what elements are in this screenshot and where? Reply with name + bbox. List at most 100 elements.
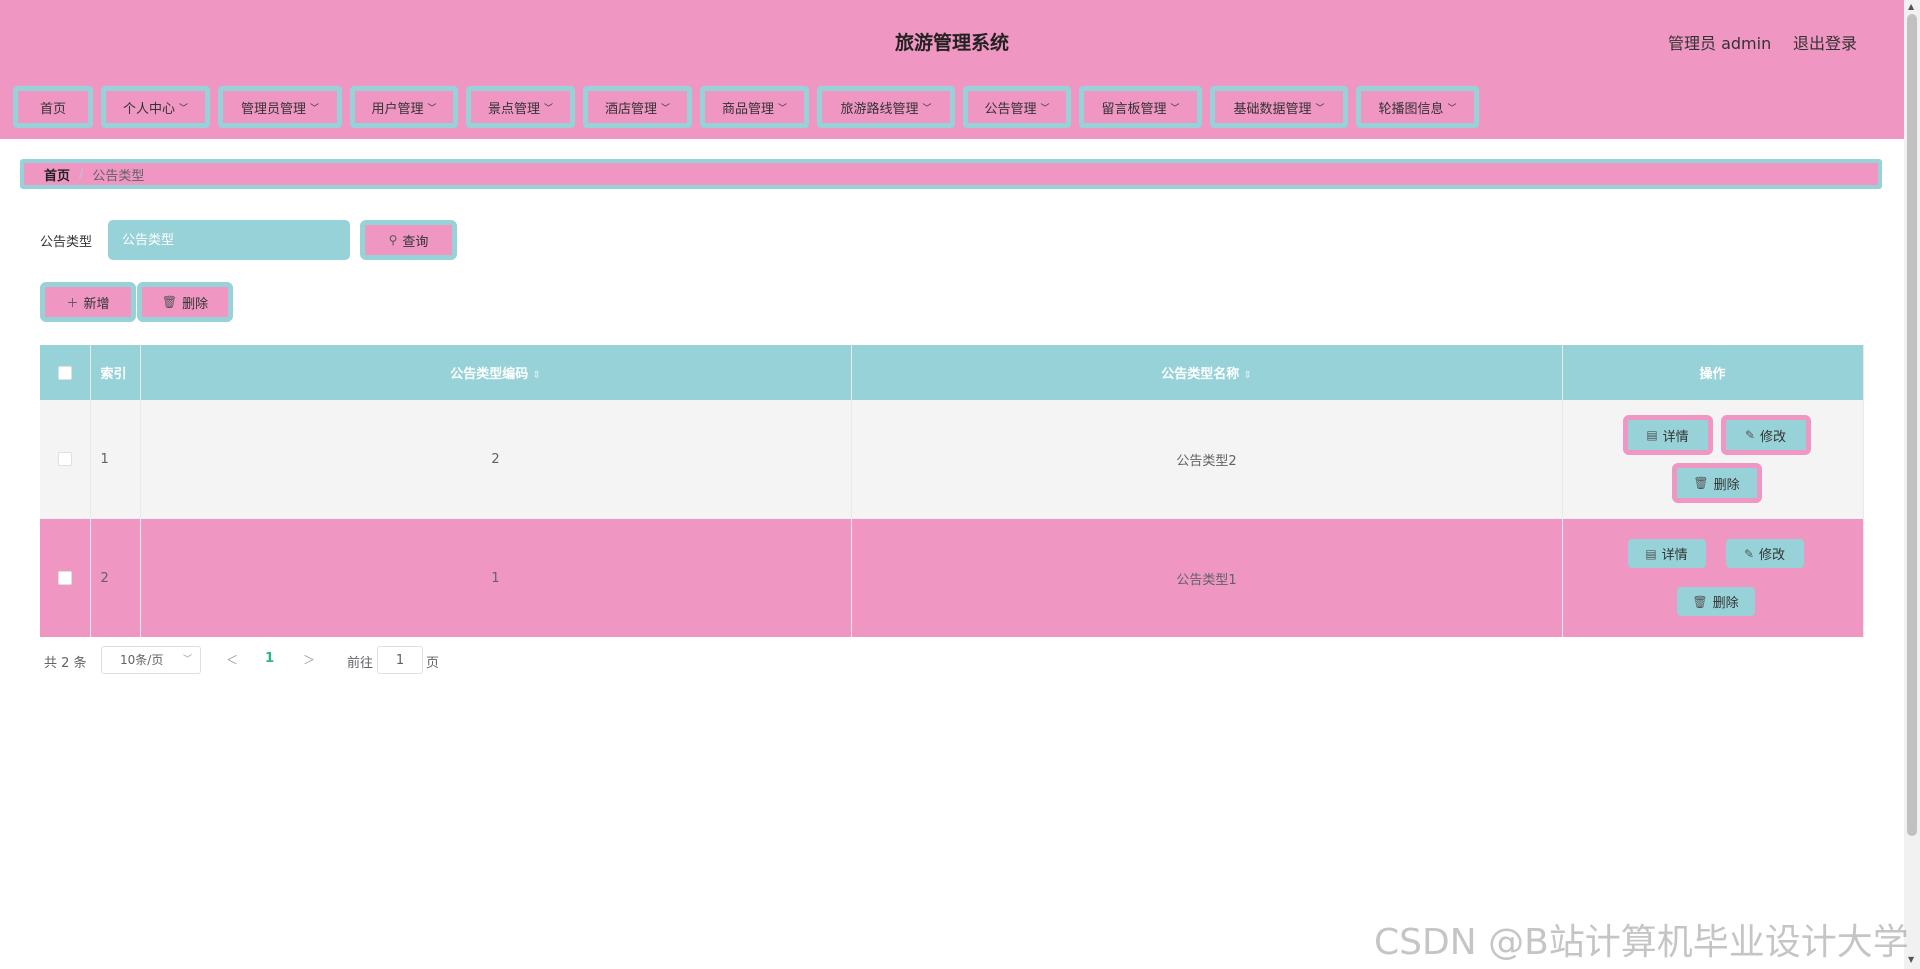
document-icon: ▤ (1645, 546, 1657, 561)
search-button[interactable]: ⚲ 查询 (360, 220, 457, 260)
edit-button-label: 修改 (1759, 548, 1786, 563)
nav-item-label: 轮播图信息 (1378, 101, 1444, 117)
nav-item-message-board-management[interactable]: 留言板管理 ﹀ (1079, 86, 1202, 128)
chevron-left-icon: ＜ (226, 653, 239, 667)
chevron-down-icon: ﹀ (1447, 103, 1457, 114)
detail-button-label: 详情 (1662, 429, 1689, 445)
sort-icon[interactable]: ⇕ (532, 370, 540, 381)
nav-item-label: 基础数据管理 (1233, 101, 1312, 117)
column-header-index: 索引 (90, 345, 141, 400)
page-number-current[interactable]: 1 (265, 651, 274, 666)
nav-item-basic-data-management[interactable]: 基础数据管理 ﹀ (1210, 86, 1348, 128)
chevron-down-icon: ﹀ (544, 103, 554, 114)
row-actions: ▤ 详情 ✎ 修改 🗑 删除 (1562, 400, 1864, 519)
column-header-name-label: 公告类型名称 (1161, 367, 1240, 382)
bulk-delete-button-label: 删除 (182, 296, 209, 312)
row-name: 公告类型2 (851, 400, 1563, 519)
nav-item-carousel-info[interactable]: 轮播图信息 ﹀ (1356, 86, 1479, 128)
table-row: 2 1 公告类型1 ▤ 详情 ✎ 修改 🗑 删除 (40, 518, 1864, 637)
top-header: 旅游管理系统 管理员 admin 退出登录 (0, 0, 1904, 79)
nav-item-user-management[interactable]: 用户管理 ﹀ (350, 86, 458, 128)
delete-button-label: 删除 (1713, 477, 1740, 493)
document-icon: ▤ (1646, 428, 1658, 442)
bulk-delete-button[interactable]: 🗑 删除 (137, 282, 233, 322)
plus-icon: ＋ (66, 295, 79, 310)
page-size-value: 10条/页 (120, 653, 164, 667)
delete-button[interactable]: 🗑 删除 (1676, 587, 1755, 616)
column-header-name[interactable]: 公告类型名称 ⇕ (851, 345, 1563, 400)
delete-button-label: 删除 (1712, 596, 1739, 611)
nav-item-home[interactable]: 首页 (13, 86, 93, 128)
current-user-label: 管理员 admin (1668, 34, 1772, 53)
nav-item-notice-management[interactable]: 公告管理 ﹀ (963, 86, 1071, 128)
chevron-down-icon: ﹀ (1040, 103, 1050, 114)
notice-type-table: 索引 公告类型编码 ⇕ 公告类型名称 ⇕ 操作 1 2 公告类型2 ▤ 详情 ✎ 修改 (40, 345, 1864, 637)
chevron-down-icon: ﹀ (778, 103, 788, 114)
select-all-checkbox[interactable] (57, 365, 72, 380)
nav-item-route-management[interactable]: 旅游路线管理 ﹀ (817, 86, 955, 128)
prev-page-button[interactable]: ＜ (226, 651, 238, 668)
detail-button[interactable]: ▤ 详情 (1622, 415, 1713, 455)
chevron-down-icon: ﹀ (182, 655, 192, 665)
scroll-up-arrow-icon[interactable]: ▲ (1908, 2, 1914, 11)
next-page-button[interactable]: ＞ (303, 651, 315, 668)
chevron-down-icon: ﹀ (661, 103, 671, 114)
page-size-select[interactable]: 10条/页 ﹀ (101, 646, 201, 674)
vertical-scrollbar[interactable]: ▲ ▼ (1904, 0, 1920, 969)
scroll-down-arrow-icon[interactable]: ▼ (1908, 955, 1914, 964)
column-header-code-label: 公告类型编码 (450, 367, 529, 382)
search-icon: ⚲ (388, 233, 398, 247)
sort-icon[interactable]: ⇕ (1243, 370, 1251, 381)
goto-page-input[interactable] (377, 646, 423, 674)
row-checkbox[interactable] (57, 571, 72, 585)
chevron-right-icon: ＞ (303, 653, 316, 667)
chevron-down-icon: ﹀ (310, 103, 320, 114)
detail-button-label: 详情 (1661, 548, 1688, 563)
add-button-label: 新增 (83, 296, 110, 312)
nav-item-label: 商品管理 (721, 101, 774, 117)
trash-icon: 🗑 (1693, 476, 1709, 490)
nav-item-scenic-management[interactable]: 景点管理 ﹀ (466, 86, 575, 128)
search-label: 公告类型 (40, 235, 93, 250)
chevron-down-icon: ﹀ (1170, 103, 1180, 114)
row-name: 公告类型1 (851, 518, 1563, 637)
trash-icon: 🗑 (1692, 594, 1708, 609)
breadcrumb-home[interactable]: 首页 (44, 165, 70, 184)
main-nav: 首页 个人中心 ﹀ 管理员管理 ﹀ 用户管理 ﹀ 景点管理 ﹀ 酒店管理 ﹀ 商品管理 ﹀ … (0, 79, 1904, 139)
app-title: 旅游管理系统 (894, 32, 1009, 54)
nav-item-hotel-management[interactable]: 酒店管理 ﹀ (583, 86, 692, 128)
row-index: 1 (90, 400, 141, 519)
nav-item-label: 用户管理 (371, 101, 424, 117)
breadcrumb-current: 公告类型 (92, 168, 145, 184)
logout-link[interactable]: 退出登录 (1793, 30, 1857, 54)
nav-item-label: 管理员管理 (240, 101, 306, 117)
nav-item-personal-center[interactable]: 个人中心 ﹀ (101, 86, 210, 128)
nav-item-label: 首页 (39, 101, 66, 117)
chevron-down-icon: ﹀ (427, 103, 437, 114)
add-button[interactable]: ＋ 新增 (40, 282, 136, 322)
row-checkbox[interactable] (57, 452, 72, 466)
breadcrumb-separator: / (79, 166, 84, 182)
edit-button-label: 修改 (1760, 429, 1787, 445)
edit-button[interactable]: ✎ 修改 (1725, 539, 1804, 568)
nav-item-label: 个人中心 (122, 101, 175, 117)
nav-item-goods-management[interactable]: 商品管理 ﹀ (700, 86, 809, 128)
scrollbar-thumb[interactable] (1907, 14, 1917, 836)
chevron-down-icon: ﹀ (1315, 103, 1325, 114)
table-header-row: 索引 公告类型编码 ⇕ 公告类型名称 ⇕ 操作 (40, 345, 1864, 400)
row-select-cell (40, 400, 91, 519)
detail-button[interactable]: ▤ 详情 (1627, 539, 1706, 568)
edit-icon: ✎ (1744, 428, 1756, 442)
nav-item-admin-management[interactable]: 管理员管理 ﹀ (218, 86, 342, 128)
row-code: 2 (140, 400, 852, 519)
pagination-total: 共 2 条 (44, 656, 87, 671)
edit-button[interactable]: ✎ 修改 (1720, 415, 1811, 455)
nav-item-label: 景点管理 (487, 101, 540, 117)
delete-button[interactable]: 🗑 删除 (1671, 463, 1762, 503)
goto-page-suffix: 页 (426, 656, 440, 671)
chevron-down-icon: ﹀ (922, 103, 932, 114)
nav-item-label: 旅游路线管理 (840, 101, 919, 117)
row-select-cell (40, 518, 91, 637)
column-header-code[interactable]: 公告类型编码 ⇕ (140, 345, 852, 400)
notice-type-search-input[interactable] (108, 220, 350, 260)
